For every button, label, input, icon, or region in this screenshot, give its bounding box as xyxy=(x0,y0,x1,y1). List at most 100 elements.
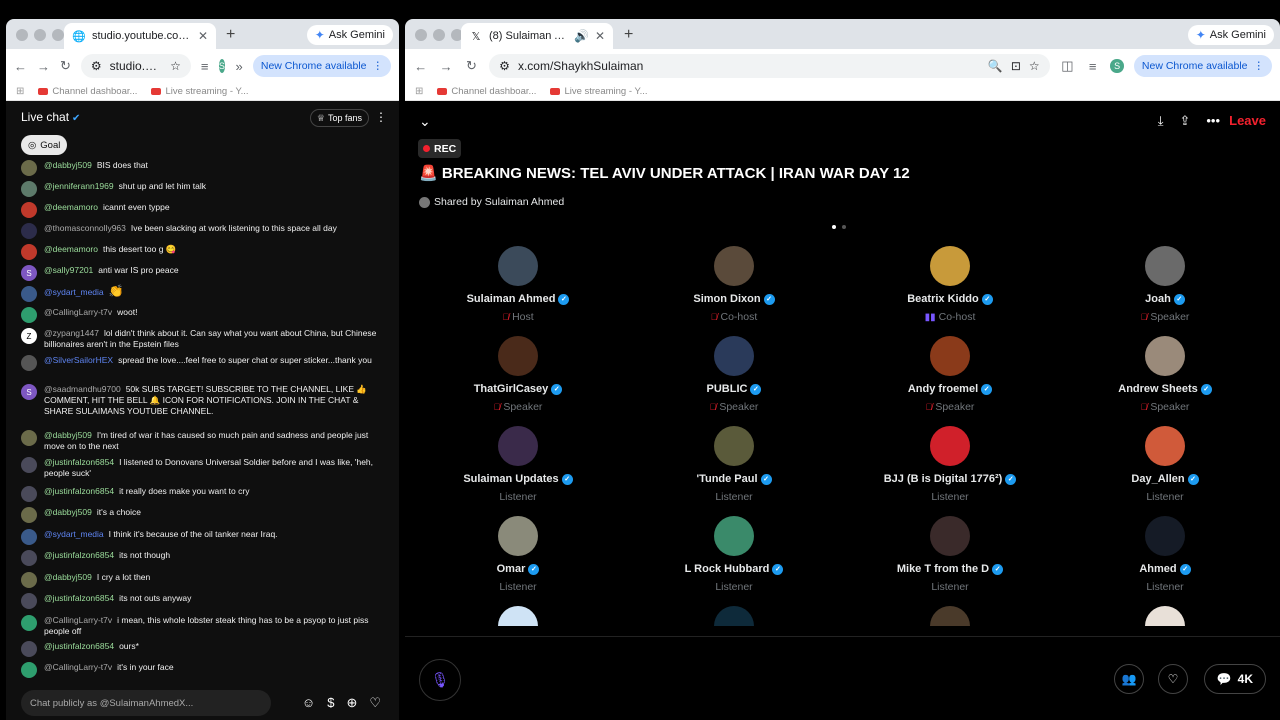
shared-by[interactable]: Shared by Sulaiman Ahmed xyxy=(419,196,564,208)
site-info-icon[interactable]: ⚙ xyxy=(91,59,102,73)
participant[interactable] xyxy=(634,606,834,626)
kebab-menu-icon[interactable]: ⋮ xyxy=(1254,60,1265,72)
message-author[interactable]: @dabbyj509 xyxy=(44,507,92,517)
back-icon[interactable]: ← xyxy=(413,59,428,74)
ask-gemini-button[interactable]: ✦ Ask Gemini xyxy=(1187,25,1274,45)
apps-grid-icon[interactable]: ⊞ xyxy=(16,86,24,97)
new-tab-button[interactable]: + xyxy=(624,26,633,44)
tab-x-space[interactable]: 𝕏 (8) Sulaiman Ahmed (@S 🔊 ✕ xyxy=(461,23,613,49)
new-chrome-available-button[interactable]: New Chrome available ⋮ xyxy=(1133,55,1273,77)
dock-icon[interactable]: ⤓ xyxy=(1158,113,1164,129)
message-author[interactable]: @CallingLarry-t7v xyxy=(44,307,112,317)
extensions-icon[interactable]: ≡ xyxy=(1085,59,1100,74)
participant[interactable]: PUBLIC ✓ 🎙̸ Speaker xyxy=(634,336,834,413)
apps-grid-icon[interactable]: ⊞ xyxy=(415,86,423,97)
chevron-down-icon[interactable]: ⌄ xyxy=(419,113,431,130)
forward-icon[interactable]: → xyxy=(37,59,50,74)
star-icon[interactable]: ☆ xyxy=(170,59,181,73)
chat-messages[interactable]: @dabbyj509 BIS does that @jenniferann1969… xyxy=(6,160,399,684)
participant[interactable]: Sulaiman Ahmed ✓ 🎙̸ Host xyxy=(418,246,618,323)
goal-button[interactable]: ◎ Goal xyxy=(21,135,68,155)
bookmark-live-streaming[interactable]: Live streaming - Y... xyxy=(151,86,249,97)
participant[interactable]: Ahmed ✓ Listener xyxy=(1065,516,1265,593)
message-author[interactable]: @deemamoro xyxy=(44,244,98,254)
participant[interactable]: Mike T from the D ✓ Listener xyxy=(850,516,1050,593)
more-icon[interactable]: ••• xyxy=(1206,113,1220,129)
participant[interactable]: ThatGirlCasey ✓ 🎙̸ Speaker xyxy=(418,336,618,413)
profile-avatar[interactable]: S xyxy=(1110,59,1124,73)
participant[interactable]: Andrew Sheets ✓ 🎙̸ Speaker xyxy=(1065,336,1265,413)
live-chat-title[interactable]: Live chat ✔ xyxy=(21,110,80,124)
people-icon[interactable]: 👥 xyxy=(1114,664,1144,694)
message-author[interactable]: @thomasconnolly963 xyxy=(44,223,126,233)
more-tools-icon[interactable]: » xyxy=(235,59,243,74)
add-icon[interactable]: ⊕ xyxy=(346,695,357,711)
emoji-icon[interactable]: ☺ xyxy=(302,695,315,711)
message-author[interactable]: @dabbyj509 xyxy=(44,430,92,440)
message-author[interactable]: @CallingLarry-t7v xyxy=(44,615,112,625)
message-author[interactable]: @sydart_media xyxy=(44,287,104,297)
participant[interactable] xyxy=(850,606,1050,626)
zoom-icon[interactable]: 🔍 xyxy=(988,59,1003,73)
chat-more-icon[interactable]: ⋮ xyxy=(375,110,387,124)
participant[interactable]: Sulaiman Updates ✓ Listener xyxy=(418,426,618,503)
participant[interactable]: L Rock Hubbard ✓ Listener xyxy=(634,516,834,593)
message-author[interactable]: @CallingLarry-t7v xyxy=(44,662,112,672)
window-controls[interactable] xyxy=(415,29,463,41)
participant[interactable]: Day_Allen ✓ Listener xyxy=(1065,426,1265,503)
tab-youtube-live-chat[interactable]: 🌐 studio.youtube.com/live_chat ✕ xyxy=(64,23,216,49)
message-author[interactable]: @justinfalzon6854 xyxy=(44,593,114,603)
message-author[interactable]: @dabbyj509 xyxy=(44,160,92,170)
kebab-menu-icon[interactable]: ⋮ xyxy=(373,60,384,72)
split-view-icon[interactable]: ◫ xyxy=(1060,58,1075,74)
microphone-icon[interactable]: 🎙 xyxy=(419,659,461,701)
site-info-icon[interactable]: ⚙ xyxy=(499,59,510,73)
profile-avatar[interactable]: S xyxy=(218,59,226,73)
message-author[interactable]: @saadmandhu9700 xyxy=(44,384,121,394)
new-tab-button[interactable]: + xyxy=(226,26,235,44)
message-author[interactable]: @deemamoro xyxy=(44,202,98,212)
bookmark-channel-dashboard[interactable]: Channel dashboar... xyxy=(437,86,536,97)
window-controls[interactable] xyxy=(16,29,64,41)
top-fans-button[interactable]: ♕ Top fans xyxy=(309,109,369,127)
super-chat-icon[interactable]: $ xyxy=(327,695,334,711)
message-author[interactable]: @justinfalzon6854 xyxy=(44,641,114,651)
close-icon[interactable]: ✕ xyxy=(595,29,605,43)
participant[interactable]: Simon Dixon ✓ 🎙̸ Co-host xyxy=(634,246,834,323)
star-icon[interactable]: ☆ xyxy=(1029,59,1040,73)
participant[interactable]: Omar ✓ Listener xyxy=(418,516,618,593)
address-bar[interactable]: ⚙ x.com/ShaykhSulaiman 🔍 ⊡ ☆ xyxy=(489,54,1050,78)
message-author[interactable]: @sydart_media xyxy=(44,529,104,539)
forward-icon[interactable]: → xyxy=(438,59,453,74)
new-chrome-available-button[interactable]: New Chrome available ⋮ xyxy=(252,55,392,77)
participant[interactable]: 'Tunde Paul ✓ Listener xyxy=(634,426,834,503)
address-bar[interactable]: ⚙ studio.you... ☆ xyxy=(80,54,191,78)
extensions-icon[interactable]: ≡ xyxy=(201,59,209,74)
install-icon[interactable]: ⊡ xyxy=(1011,59,1021,73)
reload-icon[interactable]: ↻ xyxy=(464,58,479,74)
message-author[interactable]: @justinfalzon6854 xyxy=(44,486,114,496)
bookmark-channel-dashboard[interactable]: Channel dashboar... xyxy=(38,86,137,97)
message-author[interactable]: @zypang1447 xyxy=(44,328,99,338)
message-author[interactable]: @justinfalzon6854 xyxy=(44,457,114,467)
participant[interactable] xyxy=(418,606,618,626)
message-author[interactable]: @justinfalzon6854 xyxy=(44,550,114,560)
comments-button[interactable]: 💬 4K xyxy=(1203,664,1266,694)
ask-gemini-button[interactable]: ✦ Ask Gemini xyxy=(306,25,393,45)
participant[interactable]: Beatrix Kiddo ✓ ▮▮ Co-host xyxy=(850,246,1050,323)
heart-plus-icon[interactable]: ♡ xyxy=(1158,664,1188,694)
leave-button[interactable]: Leave xyxy=(1229,113,1266,128)
reload-icon[interactable]: ↻ xyxy=(60,58,71,74)
participant[interactable]: Joah ✓ 🎙̸ Speaker xyxy=(1065,246,1265,323)
message-author[interactable]: @jenniferann1969 xyxy=(44,181,114,191)
message-author[interactable]: @dabbyj509 xyxy=(44,572,92,582)
close-icon[interactable]: ✕ xyxy=(198,29,208,43)
speaker-icon[interactable]: 🔊 xyxy=(574,29,589,43)
back-icon[interactable]: ← xyxy=(14,59,27,74)
participant[interactable]: BJJ (B is Digital 1776²) ✓ Listener xyxy=(850,426,1050,503)
participant[interactable]: Andy froemel ✓ 🎙̸ Speaker xyxy=(850,336,1050,413)
participant[interactable] xyxy=(1065,606,1265,626)
message-author[interactable]: @sally97201 xyxy=(44,265,93,275)
chat-input[interactable]: Chat publicly as @SulaimanAhmedX... xyxy=(21,690,271,716)
message-author[interactable]: @SilverSailorHEX xyxy=(44,355,113,365)
